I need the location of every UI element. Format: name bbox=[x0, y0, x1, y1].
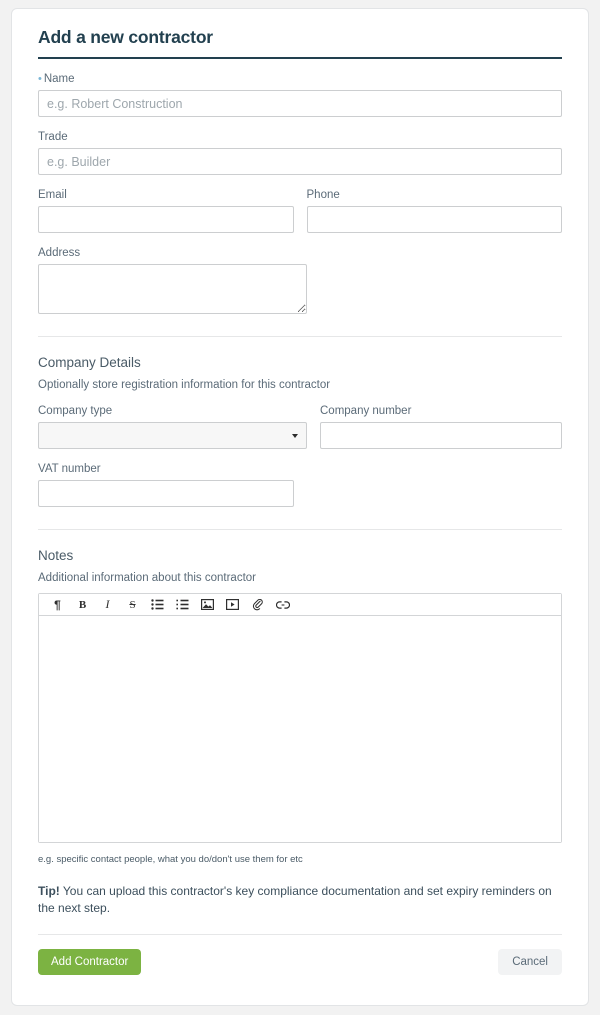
italic-icon[interactable]: I bbox=[95, 595, 120, 615]
notes-title: Notes bbox=[38, 548, 74, 563]
tip-bold-prefix: Tip! bbox=[38, 884, 60, 898]
notes-hint: e.g. specific contact people, what you d… bbox=[38, 854, 303, 865]
image-icon[interactable] bbox=[195, 595, 220, 615]
company-section-divider bbox=[38, 336, 562, 337]
add-contractor-button[interactable]: Add Contractor bbox=[38, 948, 142, 975]
cancel-button[interactable]: Cancel bbox=[498, 948, 562, 975]
title-divider bbox=[38, 57, 562, 59]
notes-editor: ¶ B I S bbox=[38, 593, 562, 843]
video-icon[interactable] bbox=[220, 595, 245, 615]
company-type-select[interactable] bbox=[38, 422, 307, 449]
notes-subtitle: Additional information about this contra… bbox=[38, 572, 256, 584]
name-label-text: Name bbox=[43, 73, 75, 85]
company-number-input[interactable] bbox=[320, 422, 562, 449]
required-marker-icon: • bbox=[38, 73, 42, 85]
company-type-label: Company type bbox=[38, 405, 113, 417]
link-icon[interactable] bbox=[270, 595, 295, 615]
footer-divider bbox=[38, 933, 562, 935]
vat-number-input[interactable] bbox=[38, 480, 294, 507]
company-type-select-wrap bbox=[38, 422, 307, 449]
notes-section-divider bbox=[38, 529, 562, 530]
tip-text: Tip! You can upload this contractor's ke… bbox=[38, 883, 562, 917]
form-actions: Add Contractor Cancel bbox=[38, 948, 562, 975]
numbered-list-icon[interactable] bbox=[170, 595, 195, 615]
phone-label: Phone bbox=[306, 189, 340, 201]
address-label: Address bbox=[38, 247, 81, 259]
address-textarea[interactable] bbox=[38, 264, 307, 314]
email-label: Email bbox=[38, 189, 67, 201]
trade-input[interactable] bbox=[38, 148, 562, 175]
bold-icon[interactable]: B bbox=[70, 595, 95, 615]
name-label: • Name bbox=[38, 73, 562, 85]
add-contractor-card: Add a new contractor •Name Trade Email P… bbox=[11, 8, 589, 1006]
paragraph-icon[interactable]: ¶ bbox=[45, 595, 70, 615]
trade-label: Trade bbox=[38, 131, 68, 143]
notes-toolbar: ¶ B I S bbox=[39, 594, 561, 616]
name-input[interactable] bbox=[38, 90, 562, 117]
phone-input[interactable] bbox=[306, 206, 562, 233]
strikethrough-icon[interactable]: S bbox=[120, 595, 145, 615]
email-input[interactable] bbox=[38, 206, 294, 233]
bullet-list-icon[interactable] bbox=[145, 595, 170, 615]
tip-body: You can upload this contractor's key com… bbox=[38, 884, 552, 915]
vat-number-label: VAT number bbox=[38, 463, 101, 475]
attachment-icon[interactable] bbox=[245, 595, 270, 615]
company-details-subtitle: Optionally store registration informatio… bbox=[38, 379, 331, 391]
notes-editor-body[interactable] bbox=[39, 616, 561, 842]
company-details-title: Company Details bbox=[38, 355, 141, 370]
page-title: Add a new contractor bbox=[38, 27, 213, 47]
company-number-label: Company number bbox=[320, 405, 412, 417]
